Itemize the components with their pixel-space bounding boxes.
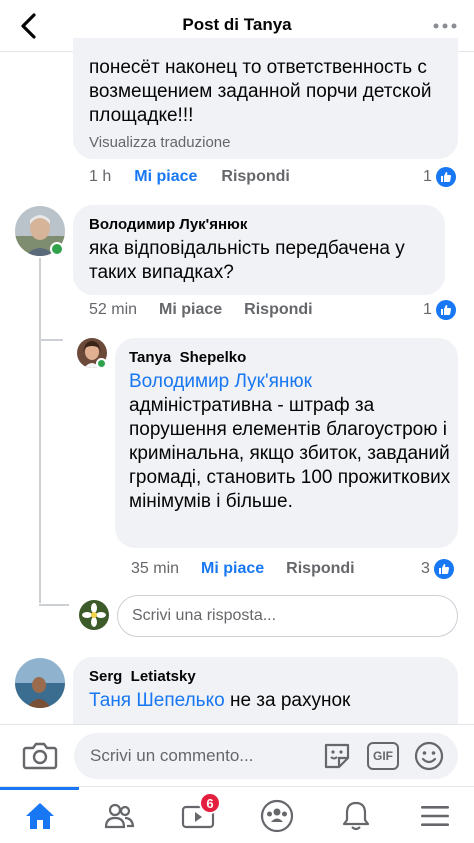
emoji-icon (414, 741, 444, 771)
reaction-count-value: 1 (423, 301, 432, 318)
more-dots-icon (433, 23, 457, 29)
comment-text: яка відповідальність передбачена у таких… (89, 238, 405, 283)
comment-actions: 52 min Mi piace Rispondi (89, 301, 313, 319)
reply-input[interactable]: Scrivi una risposta... (117, 595, 458, 637)
camera-icon (22, 742, 58, 770)
comment-composer: Scrivi un commento... GIF (0, 724, 474, 786)
tab-notifications[interactable] (316, 787, 395, 843)
comment-text: Володимир Лук'янюк адміністративна - штр… (129, 370, 451, 514)
tab-menu[interactable] (395, 787, 474, 843)
emoji-button[interactable] (413, 740, 445, 772)
comment-body: адміністративна - штраф за порушення еле… (129, 395, 451, 512)
thread-line (39, 258, 41, 603)
camera-button[interactable] (22, 741, 58, 771)
reaction-count[interactable]: 3 (421, 559, 454, 579)
reaction-count-value: 3 (421, 560, 430, 577)
online-status-dot (50, 242, 64, 256)
home-icon (25, 802, 54, 829)
reply-button[interactable]: Rispondi (244, 301, 312, 319)
like-reaction-icon (435, 167, 456, 187)
notifications-icon (342, 801, 369, 830)
comment-bubble: понесёт наконец то ответственность с воз… (73, 38, 458, 159)
mention-link[interactable]: Володимир Лук'янюк (129, 370, 451, 394)
comment-author[interactable]: Serg Letiatsky (89, 667, 196, 687)
online-status-dot (96, 358, 107, 369)
like-button[interactable]: Mi piace (134, 168, 197, 186)
tab-home[interactable] (0, 787, 79, 843)
more-options-button[interactable] (430, 14, 460, 38)
reaction-count[interactable]: 1 (423, 300, 456, 320)
like-button[interactable]: Mi piace (159, 301, 222, 319)
gif-label: GIF (373, 749, 393, 763)
like-reaction-icon (433, 559, 454, 579)
thread-line-branch (39, 339, 63, 341)
comment-actions: 1 h Mi piace Rispondi (89, 168, 290, 186)
comment-body: не за рахунок (229, 690, 351, 711)
comment-author[interactable]: Володимир Лук'янюк (89, 215, 247, 235)
tab-friends[interactable] (79, 787, 158, 843)
like-button[interactable]: Mi piace (201, 560, 264, 578)
mention-link[interactable]: Таня Шепелько (89, 690, 225, 711)
comment-author[interactable]: Tanya Shepelko (129, 348, 246, 368)
reply-button[interactable]: Rispondi (286, 560, 354, 578)
comment-time: 52 min (89, 301, 138, 318)
comment-time: 1 h (89, 168, 112, 185)
gif-button[interactable]: GIF (367, 742, 399, 770)
bottom-tab-bar (0, 786, 474, 843)
comment-input[interactable]: Scrivi un commento... (74, 733, 458, 779)
groups-icon (260, 799, 293, 832)
comment-input-placeholder: Scrivi un commento... (90, 746, 254, 765)
comment-bubble: Володимир Лук'янюк яка відповідальність … (73, 205, 445, 295)
reaction-count-value: 1 (423, 168, 432, 185)
comment-text: Таня Шепелько не за рахунок (89, 689, 444, 713)
reaction-count[interactable]: 1 (423, 167, 456, 187)
comment-time: 35 min (131, 560, 180, 577)
my-avatar (79, 600, 109, 630)
tab-watch[interactable] (158, 787, 237, 843)
sticker-icon (324, 743, 350, 769)
comment-actions: 35 min Mi piace Rispondi (131, 560, 355, 578)
thread-line-branch (39, 604, 69, 606)
comment-text: понесёт наконец то ответственность с воз… (89, 57, 432, 126)
comment-bubble: Tanya Shepelko Володимир Лук'янюк адміні… (115, 338, 458, 548)
sticker-button[interactable] (321, 740, 353, 772)
friends-icon (104, 803, 134, 828)
translate-link[interactable]: Visualizza traduzione (89, 133, 230, 153)
avatar[interactable] (15, 658, 65, 708)
reply-button[interactable]: Rispondi (221, 168, 289, 186)
page-title: Post di Tanya (182, 15, 292, 34)
watch-notification-badge: 6 (199, 792, 221, 814)
menu-icon (420, 805, 449, 826)
tab-groups[interactable] (237, 787, 316, 843)
like-reaction-icon (435, 300, 456, 320)
